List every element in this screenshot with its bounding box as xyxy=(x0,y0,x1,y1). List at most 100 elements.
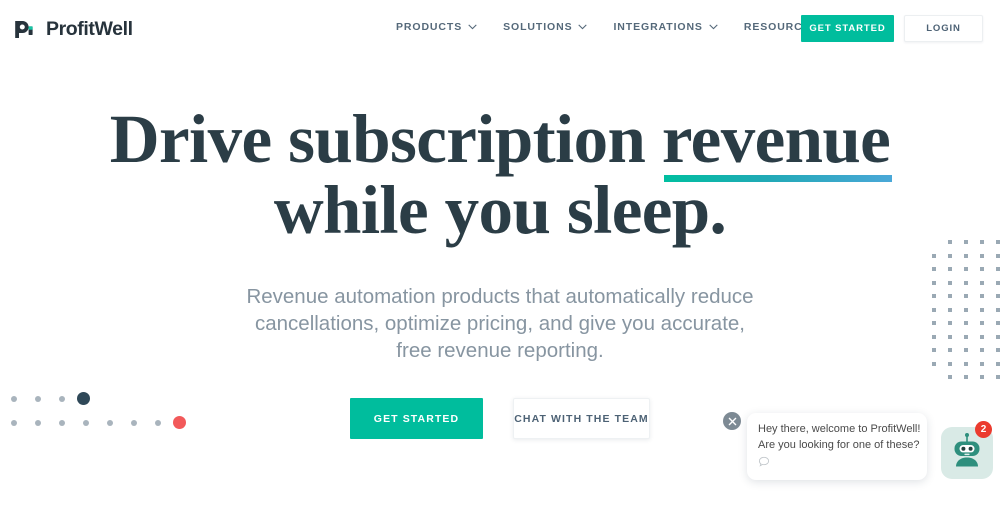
chat-unread-badge: 2 xyxy=(975,421,992,438)
decor-grid-dot xyxy=(948,348,952,352)
decor-grid-dot xyxy=(996,280,1000,285)
decor-grid-dot xyxy=(948,375,952,379)
nav-item-products[interactable]: PRODUCTS xyxy=(396,21,477,33)
decor-dot xyxy=(11,420,17,426)
decor-grid-dot xyxy=(980,307,984,312)
decor-dot xyxy=(59,420,65,426)
decor-grid-dot xyxy=(932,267,936,271)
main-nav: PRODUCTS SOLUTIONS INTEGRATIONS RESOURCE… xyxy=(396,21,834,33)
decor-grid-dot xyxy=(964,334,968,339)
decor-grid-dot xyxy=(932,321,936,325)
decor-dot xyxy=(83,420,89,426)
close-icon xyxy=(728,414,737,429)
title-line-1: Drive subscription revenue xyxy=(0,101,1000,182)
chat-message-bubble[interactable]: Hey there, welcome to ProfitWell! Are yo… xyxy=(747,413,927,480)
decor-grid-dot xyxy=(964,375,968,379)
decor-grid-dot xyxy=(932,253,936,258)
decor-grid-dot xyxy=(980,294,984,298)
decor-dot-large-navy xyxy=(77,392,90,405)
decor-grid-dot xyxy=(948,280,952,285)
decorative-dots-left xyxy=(0,386,200,431)
decor-grid-dot xyxy=(964,321,968,325)
nav-label: INTEGRATIONS xyxy=(613,21,703,33)
decor-grid-dot xyxy=(996,267,1000,271)
decor-grid-dot xyxy=(932,307,936,312)
decor-grid-dot xyxy=(996,321,1000,325)
decor-grid-dot xyxy=(980,253,984,258)
hero-subtitle: Revenue automation products that automat… xyxy=(0,283,1000,364)
chevron-down-icon xyxy=(468,24,477,30)
decor-grid-dot xyxy=(964,240,968,244)
hero-get-started-button[interactable]: GET STARTED xyxy=(350,398,483,439)
decor-grid-dot xyxy=(948,321,952,325)
decor-grid-dot xyxy=(980,348,984,352)
decor-grid-dot xyxy=(948,253,952,258)
speech-bubble-icon xyxy=(758,455,916,473)
decor-grid-dot xyxy=(996,334,1000,339)
decor-grid-dot xyxy=(996,253,1000,258)
decor-grid-dot xyxy=(948,361,952,366)
nav-label: SOLUTIONS xyxy=(503,21,573,33)
decor-grid-dot xyxy=(932,294,936,298)
decor-grid-dot xyxy=(932,280,936,285)
decor-grid-dot xyxy=(964,267,968,271)
site-header: ProfitWell PRODUCTS SOLUTIONS INTEGRATIO… xyxy=(0,0,1000,58)
decor-grid-dot xyxy=(996,361,1000,366)
logo-text: ProfitWell xyxy=(46,17,133,40)
decor-grid-dot xyxy=(948,294,952,298)
chat-message-line-1: Hey there, welcome to ProfitWell! xyxy=(758,423,921,435)
decor-grid-dot xyxy=(948,334,952,339)
decor-dot-large-red xyxy=(173,416,186,429)
decor-grid-dot xyxy=(964,280,968,285)
decor-grid-dot xyxy=(932,361,936,366)
decor-grid-dot xyxy=(964,294,968,298)
decor-grid-dot xyxy=(964,348,968,352)
decor-grid-dot xyxy=(996,348,1000,352)
title-line-2: while you sleep. xyxy=(273,172,727,248)
nav-label: PRODUCTS xyxy=(396,21,463,33)
decor-dot xyxy=(59,396,65,402)
decor-grid-dot xyxy=(964,307,968,312)
subtitle-line-1: Revenue automation products that automat… xyxy=(246,285,754,308)
decor-grid-dot xyxy=(996,307,1000,312)
profitwell-logo-icon xyxy=(12,17,37,42)
decor-dot xyxy=(11,396,17,402)
logo[interactable]: ProfitWell xyxy=(12,17,133,42)
decor-grid-dot xyxy=(980,280,984,285)
decor-grid-dot xyxy=(980,240,984,244)
decor-dot xyxy=(35,420,41,426)
decor-grid-dot xyxy=(948,240,952,244)
chat-message-line-2: Are you looking for one of these? xyxy=(758,438,920,451)
decor-dot xyxy=(155,420,161,426)
decor-grid-dot xyxy=(996,294,1000,298)
decor-dot xyxy=(107,420,113,426)
decor-grid-dot xyxy=(964,361,968,366)
decor-grid-dot xyxy=(932,348,936,352)
chevron-down-icon xyxy=(578,24,588,30)
decor-grid-dot xyxy=(980,267,984,271)
landing-page: ProfitWell PRODUCTS SOLUTIONS INTEGRATIO… xyxy=(0,0,1000,505)
decor-grid-dot xyxy=(932,334,936,339)
decor-grid-dot xyxy=(996,375,1000,379)
decor-grid-dot xyxy=(980,321,984,325)
decor-grid-dot xyxy=(980,375,984,379)
hero-chat-with-team-button[interactable]: CHAT WITH THE TEAM xyxy=(513,398,650,439)
decor-dot xyxy=(35,396,41,402)
decor-grid-dot xyxy=(996,240,1000,244)
chevron-down-icon xyxy=(709,24,718,30)
decor-dot xyxy=(131,420,137,426)
decor-grid-dot xyxy=(948,267,952,271)
header-login-button[interactable]: LOGIN xyxy=(904,15,983,42)
chat-close-button[interactable] xyxy=(723,412,741,430)
nav-item-integrations[interactable]: INTEGRATIONS xyxy=(613,21,718,33)
title-highlight-revenue: revenue xyxy=(661,101,893,182)
decor-grid-dot xyxy=(964,253,968,258)
header-get-started-button[interactable]: GET STARTED xyxy=(801,15,894,42)
decor-grid-dot xyxy=(948,307,952,312)
nav-item-solutions[interactable]: SOLUTIONS xyxy=(503,21,588,33)
subtitle-line-2: cancellations, optimize pricing, and giv… xyxy=(255,312,745,335)
page-title: Drive subscription revenue while you sle… xyxy=(0,104,1000,246)
subtitle-line-3: free revenue reporting. xyxy=(396,339,604,362)
decor-grid-dot xyxy=(980,361,984,366)
title-line-1-plain: Drive subscription xyxy=(109,101,662,177)
